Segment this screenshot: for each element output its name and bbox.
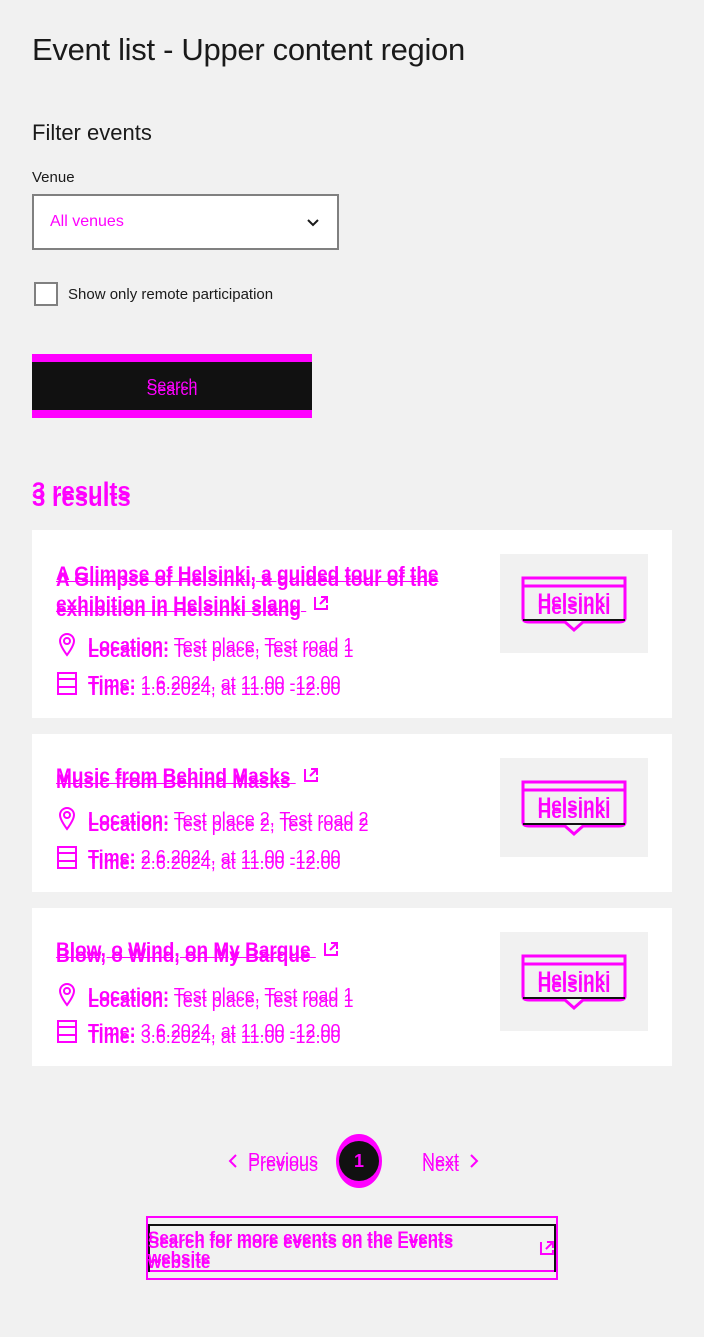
pagination-current-label: 1 [339, 1141, 379, 1181]
svg-text:Helsinki: Helsinki [538, 802, 611, 823]
location-icon [58, 982, 76, 1007]
helsinki-logo: Helsinki Helsinki [521, 954, 627, 1010]
event-time: Time: 2.6.2024, at 11.00 -12.00 Time: 2.… [56, 844, 341, 873]
event-card: A Glimpse of Helsinki, a guided tour of … [32, 530, 672, 718]
event-location: Location: Test place 2, Test road 2 Loca… [56, 806, 368, 835]
location-icon [58, 632, 76, 657]
external-link-icon [303, 768, 318, 782]
location-icon [58, 806, 76, 831]
svg-text:Helsinki: Helsinki [538, 598, 611, 619]
chevron-down-icon [307, 219, 319, 227]
page-title: Event list - Upper content region [32, 32, 465, 67]
event-time: Time: 1.6.2024, at 11.00 -12.00 Time: 1.… [56, 670, 341, 699]
event-title-shadow: Music from Behind Masks [56, 772, 291, 793]
event-time: Time: 3.6.2024, at 11.00 -12.00 Time: 3.… [56, 1018, 341, 1047]
remote-participation-option: Show only remote participation [34, 282, 273, 306]
event-title-link[interactable]: Blow, o Wind, on My Barque Blow, o Wind,… [56, 936, 340, 967]
pagination-next[interactable]: Next Next [422, 1150, 481, 1175]
event-title-link[interactable]: Music from Behind Masks Music from Behin… [56, 762, 320, 793]
event-card: Blow, o Wind, on My Barque Blow, o Wind,… [32, 908, 672, 1066]
venue-select[interactable]: All venues [32, 194, 339, 250]
remote-participation-checkbox[interactable] [34, 282, 58, 306]
search-button-label-shadow: Search [146, 382, 198, 399]
filter-title: Filter events [32, 120, 152, 145]
results-count: 3 results 3 results [32, 478, 131, 512]
event-location: Location: Test place, Test road 1 Locati… [56, 982, 353, 1011]
pagination: Previous Previous 1 Next Next [32, 1134, 672, 1188]
search-button[interactable]: Search Search [32, 354, 312, 418]
event-image: Helsinki Helsinki [500, 554, 648, 653]
helsinki-logo: Helsinki Helsinki [521, 780, 627, 836]
event-image: Helsinki Helsinki [500, 758, 648, 857]
event-card: Music from Behind Masks Music from Behin… [32, 734, 672, 892]
calendar-icon [57, 846, 77, 869]
helsinki-logo: Helsinki Helsinki [521, 576, 627, 632]
event-title-shadow: Blow, o Wind, on My Barque [56, 946, 311, 967]
venue-select-value: All venues [50, 213, 124, 230]
external-link-icon [540, 1241, 555, 1255]
svg-text:Helsinki: Helsinki [538, 976, 611, 997]
more-events-button[interactable]: Search for more events on the Events web… [146, 1216, 558, 1280]
pagination-current-page[interactable]: 1 [336, 1134, 382, 1188]
external-link-icon [323, 942, 338, 956]
calendar-icon [57, 672, 77, 695]
event-image: Helsinki Helsinki [500, 932, 648, 1031]
event-title-shadow: A Glimpse of Helsinki, a guided tour of … [56, 570, 439, 621]
event-location: Location: Test place, Test road 1 Locati… [56, 632, 353, 661]
remote-participation-label: Show only remote participation [68, 285, 274, 303]
results-count-shadow: 3 results [32, 485, 131, 512]
pagination-previous[interactable]: Previous Previous [226, 1150, 318, 1175]
chevron-left-icon [228, 1153, 237, 1168]
calendar-icon [57, 1020, 77, 1043]
chevron-right-icon [470, 1153, 479, 1168]
event-title-link[interactable]: A Glimpse of Helsinki, a guided tour of … [56, 560, 466, 621]
venue-label: Venue [32, 169, 75, 186]
